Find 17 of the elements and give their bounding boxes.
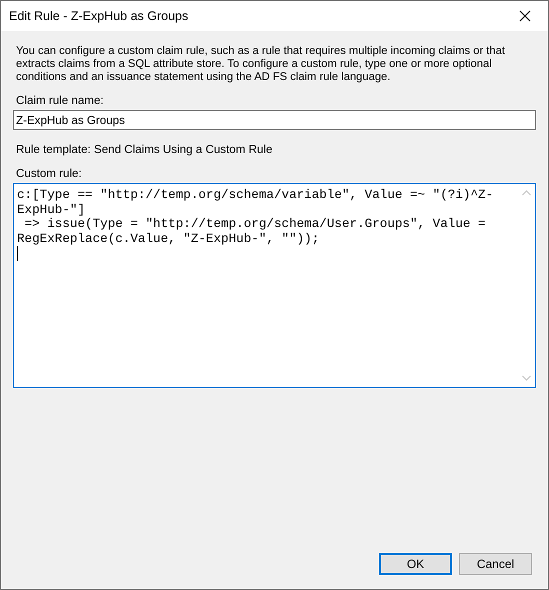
field-label: Claim rule name: bbox=[16, 94, 105, 107]
code-line: ExpHub-"] bbox=[17, 202, 86, 218]
window-title: Edit Rule - Z-ExpHub as Groups bbox=[9, 9, 188, 23]
scroll-down-icon[interactable] bbox=[522, 375, 531, 381]
field-label: Custom rule: bbox=[16, 167, 83, 180]
scroll-up-icon[interactable] bbox=[522, 190, 531, 196]
rule-template-text: Rule template: Send Claims Using a Custom Rule bbox=[16, 143, 274, 156]
code-line: c:[Type == "http://temp.org/schema/variable", Value =~ "(?i)^Z- bbox=[17, 188, 494, 203]
text-caret bbox=[17, 246, 18, 262]
code-line: RegExReplace(c.Value, "Z-ExpHub-", "")); bbox=[17, 232, 320, 246]
dialog-button[interactable]: Cancel bbox=[459, 553, 532, 575]
rule-name-field[interactable]: Z-ExpHub as Groups bbox=[13, 110, 536, 130]
code-line: => issue(Type = "http://temp.org/schema/User.Groups", Value = bbox=[24, 217, 487, 232]
custom-rule-editor[interactable]: c:[Type == "http://temp.org/schema/variable", Value =~ "(?i)^Z- ExpHub-"] => issue(Type = "http://temp.org/schema/User.Groups", Value = RegExReplace(c.Value, "Z-ExpHub-", "")); bbox=[13, 183, 536, 388]
description-text: You can configure a custom claim rule, such as a rule that requires multiple incoming claims or that extracts claims from a SQL attribute store. To configure a custom rule, type one or more optional conditions and an issuance statement using the AD FS claim rule language. bbox=[16, 45, 506, 84]
close-icon bbox=[519, 10, 531, 22]
dialog-button[interactable]: OK bbox=[379, 553, 452, 575]
